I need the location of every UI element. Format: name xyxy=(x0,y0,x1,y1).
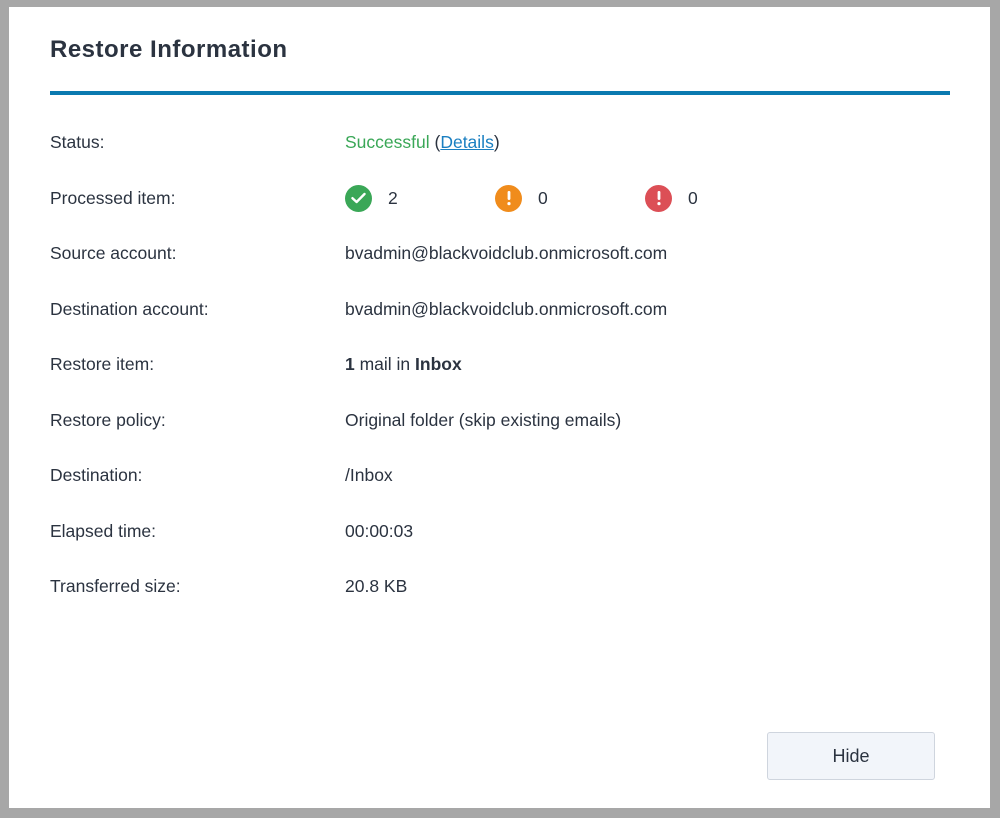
source-account-value: bvadmin@blackvoidclub.onmicrosoft.com xyxy=(345,243,668,264)
transferred-size-row: Transferred size: 20.8 KB xyxy=(50,559,950,615)
restore-item-count: 1 xyxy=(345,354,355,375)
source-account-row: Source account: bvadmin@blackvoidclub.on… xyxy=(50,226,950,282)
details-link[interactable]: Details xyxy=(440,132,494,153)
restore-item-row: Restore item: 1 mail in Inbox xyxy=(50,337,950,393)
error-count: 0 xyxy=(688,187,698,208)
destination-value: /Inbox xyxy=(345,465,393,486)
warning-counter: 0 xyxy=(495,184,645,212)
status-row: Status: Successful ( Details ) xyxy=(50,115,950,171)
error-circle-icon xyxy=(645,184,672,212)
success-counter: 2 xyxy=(345,184,495,212)
restore-item-middle-text: mail in xyxy=(354,354,416,375)
elapsed-time-label: Elapsed time: xyxy=(50,520,157,541)
destination-row: Destination: /Inbox xyxy=(50,448,950,504)
processed-item-counters: 2 0 0 xyxy=(345,184,795,212)
info-rows: Status: Successful ( Details ) Processed… xyxy=(50,115,950,615)
success-count: 2 xyxy=(388,187,398,208)
processed-item-label: Processed item: xyxy=(50,187,176,208)
destination-account-value: bvadmin@blackvoidclub.onmicrosoft.com xyxy=(345,298,668,319)
restore-item-value: 1 mail in Inbox xyxy=(345,354,462,375)
dialog-title: Restore Information xyxy=(50,36,288,63)
hide-button[interactable]: Hide xyxy=(767,732,935,780)
restore-information-dialog: Restore Information Status: Successful (… xyxy=(9,7,990,808)
close-paren: ) xyxy=(493,132,500,153)
transferred-size-value: 20.8 KB xyxy=(345,576,408,597)
elapsed-time-value: 00:00:03 xyxy=(345,520,414,541)
status-value-group: Successful ( Details ) xyxy=(345,132,500,153)
restore-policy-row: Restore policy: Original folder (skip ex… xyxy=(50,393,950,449)
warning-count: 0 xyxy=(538,187,548,208)
processed-item-row: Processed item: 2 0 0 xyxy=(50,171,950,227)
elapsed-time-row: Elapsed time: 00:00:03 xyxy=(50,504,950,560)
destination-account-row: Destination account: bvadmin@blackvoidcl… xyxy=(50,282,950,338)
restore-item-folder: Inbox xyxy=(415,354,462,375)
restore-policy-value: Original folder (skip existing emails) xyxy=(345,409,622,430)
status-label: Status: xyxy=(50,132,105,153)
restore-item-label: Restore item: xyxy=(50,354,155,375)
source-account-label: Source account: xyxy=(50,243,177,264)
check-circle-icon xyxy=(345,184,372,212)
transferred-size-label: Transferred size: xyxy=(50,576,181,597)
title-divider xyxy=(50,91,950,95)
destination-account-label: Destination account: xyxy=(50,298,209,319)
status-value: Successful xyxy=(345,132,430,153)
warning-circle-icon xyxy=(495,184,522,212)
destination-label: Destination: xyxy=(50,465,143,486)
restore-policy-label: Restore policy: xyxy=(50,409,166,430)
error-counter: 0 xyxy=(645,184,795,212)
